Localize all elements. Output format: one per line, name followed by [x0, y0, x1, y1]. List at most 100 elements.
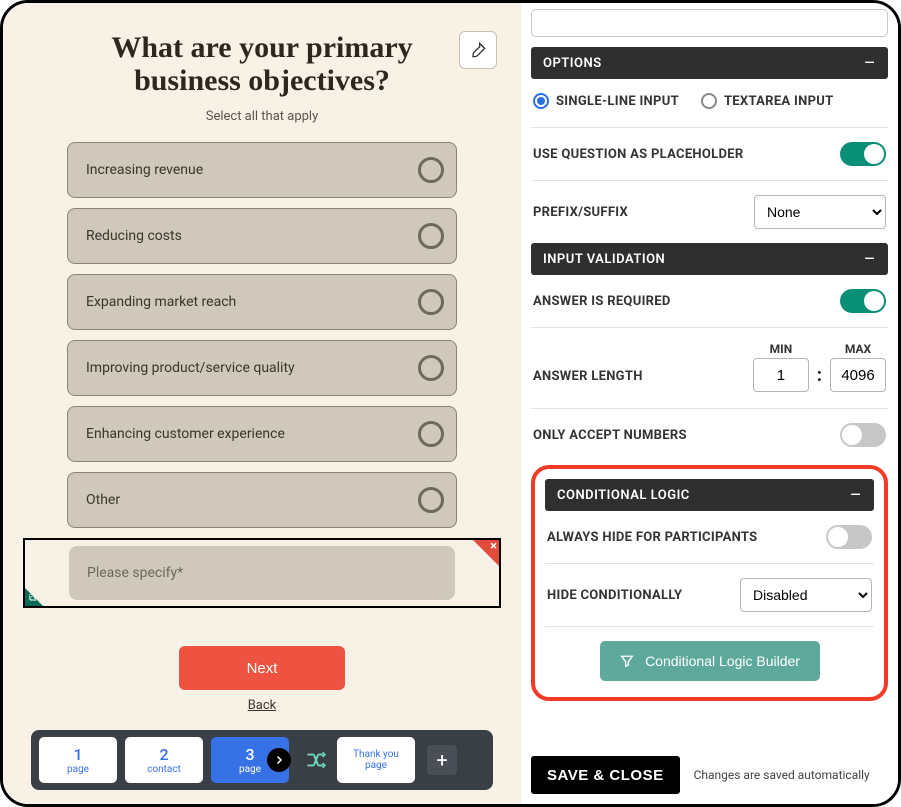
divider: [531, 408, 888, 409]
settings-panel: OPTIONS – SINGLE-LINE INPUT TEXTAREA INP…: [521, 3, 898, 804]
length-row: ANSWER LENGTH MIN : MAX: [531, 342, 888, 408]
answer-option[interactable]: Reducing costs: [67, 208, 457, 264]
answer-option[interactable]: Increasing revenue: [67, 142, 457, 198]
answer-label: Other: [86, 492, 120, 508]
divider: [531, 180, 888, 181]
use-placeholder-label: USE QUESTION AS PLACEHOLDER: [533, 147, 744, 162]
required-row: ANSWER IS REQUIRED: [531, 289, 888, 327]
tray-tab-num: 2: [159, 745, 168, 764]
question-text-input[interactable]: [531, 9, 888, 37]
numbers-toggle[interactable]: [840, 423, 886, 447]
always-hide-toggle[interactable]: [826, 525, 872, 549]
clb-label: Conditional Logic Builder: [645, 653, 800, 669]
specify-input[interactable]: Please specify*: [69, 546, 455, 600]
answer-option[interactable]: Other: [67, 472, 457, 528]
always-hide-label: ALWAYS HIDE FOR PARTICIPANTS: [547, 530, 757, 545]
input-type-row: SINGLE-LINE INPUT TEXTAREA INPUT: [531, 93, 888, 127]
required-toggle[interactable]: [840, 289, 886, 313]
max-label: MAX: [845, 342, 871, 356]
question-title: What are your primary business objective…: [62, 31, 462, 97]
back-link[interactable]: Back: [248, 698, 277, 713]
collapse-icon[interactable]: –: [864, 53, 876, 74]
divider: [531, 127, 888, 128]
tray-tab-label: page: [239, 764, 261, 775]
single-line-radio[interactable]: SINGLE-LINE INPUT: [533, 93, 679, 109]
hide-cond-label: HIDE CONDITIONALLY: [547, 588, 682, 603]
prefix-suffix-row: PREFIX/SUFFIX None: [531, 195, 888, 243]
section-title: OPTIONS: [543, 56, 602, 71]
length-fields: MIN : MAX: [753, 342, 886, 392]
answer-option[interactable]: Expanding market reach: [67, 274, 457, 330]
tray-tab-thankyou[interactable]: Thank you page: [337, 737, 415, 783]
tray-tab-2[interactable]: 2 contact: [125, 737, 203, 783]
add-page-button[interactable]: +: [427, 745, 457, 775]
answer-option[interactable]: Enhancing customer experience: [67, 406, 457, 462]
answer-option[interactable]: Improving product/service quality: [67, 340, 457, 396]
filter-icon: [619, 653, 635, 669]
use-placeholder-toggle[interactable]: [840, 142, 886, 166]
divider: [545, 563, 874, 564]
autosave-note: Changes are saved automatically: [694, 768, 870, 782]
tray-tab-label: contact: [147, 764, 181, 775]
tray-tab-1[interactable]: 1 page: [39, 737, 117, 783]
required-label: ANSWER IS REQUIRED: [533, 294, 671, 309]
section-validation-header[interactable]: INPUT VALIDATION –: [531, 243, 888, 275]
flow-icon[interactable]: [303, 747, 329, 773]
answer-label: Expanding market reach: [86, 294, 236, 310]
preview-panel: What are your primary business objective…: [3, 3, 521, 804]
settings-footer: SAVE & CLOSE Changes are saved automatic…: [531, 746, 888, 794]
brush-icon: [468, 40, 488, 60]
length-label: ANSWER LENGTH: [533, 369, 643, 392]
tray-tab-label: Thank you: [353, 749, 399, 760]
radio-icon: [418, 289, 444, 315]
app-frame: What are your primary business objective…: [0, 0, 901, 807]
radio-on-icon: [533, 93, 549, 109]
tray-tab-num: 3: [245, 745, 254, 764]
textarea-label: TEXTAREA INPUT: [724, 94, 834, 109]
tray-tab-num: 1: [73, 745, 82, 764]
duplicate-icon[interactable]: ⧉: [29, 593, 36, 604]
chevron-right-icon: [273, 754, 285, 766]
answer-label: Reducing costs: [86, 228, 182, 244]
page-tray: 1 page 2 contact 3 page Thank you page +: [31, 730, 493, 790]
use-placeholder-row: USE QUESTION AS PLACEHOLDER: [531, 142, 888, 180]
conditional-logic-builder-button[interactable]: Conditional Logic Builder: [600, 641, 820, 681]
collapse-icon[interactable]: –: [850, 485, 862, 506]
close-icon[interactable]: ×: [490, 539, 497, 554]
settings-scroll: OPTIONS – SINGLE-LINE INPUT TEXTAREA INP…: [531, 9, 888, 746]
radio-off-icon: [701, 93, 717, 109]
radio-icon: [418, 487, 444, 513]
numbers-row: ONLY ACCEPT NUMBERS: [531, 423, 888, 461]
colon: :: [817, 365, 822, 392]
section-conditional-header[interactable]: CONDITIONAL LOGIC –: [545, 479, 874, 511]
cta-area: Next Back: [23, 646, 501, 713]
answers-list: Increasing revenue Reducing costs Expand…: [23, 142, 501, 528]
next-button[interactable]: Next: [179, 646, 345, 690]
min-input[interactable]: [753, 358, 809, 392]
conditional-logic-highlight: CONDITIONAL LOGIC – ALWAYS HIDE FOR PART…: [531, 465, 888, 701]
hide-cond-select[interactable]: Disabled: [740, 578, 872, 612]
tray-tab-label: page: [365, 760, 387, 771]
divider: [531, 327, 888, 328]
answer-label: Increasing revenue: [86, 162, 203, 178]
tray-next-arrow[interactable]: [267, 748, 291, 772]
divider: [545, 626, 874, 627]
section-options-header[interactable]: OPTIONS –: [531, 47, 888, 79]
textarea-radio[interactable]: TEXTAREA INPUT: [701, 93, 834, 109]
collapse-icon[interactable]: –: [864, 249, 876, 270]
max-input[interactable]: [830, 358, 886, 392]
specify-field-wrap[interactable]: × ⧉ Please specify*: [23, 538, 501, 608]
numbers-label: ONLY ACCEPT NUMBERS: [533, 428, 687, 443]
radio-icon: [418, 421, 444, 447]
single-line-label: SINGLE-LINE INPUT: [556, 94, 679, 109]
specify-placeholder: Please specify*: [87, 565, 183, 581]
radio-icon: [418, 355, 444, 381]
section-title: CONDITIONAL LOGIC: [557, 488, 690, 503]
answer-label: Improving product/service quality: [86, 360, 295, 376]
prefix-suffix-select[interactable]: None: [754, 195, 886, 229]
radio-icon: [418, 157, 444, 183]
style-brush-button[interactable]: [459, 31, 497, 69]
section-title: INPUT VALIDATION: [543, 252, 665, 267]
tray-tab-label: page: [67, 764, 89, 775]
save-close-button[interactable]: SAVE & CLOSE: [531, 756, 680, 794]
